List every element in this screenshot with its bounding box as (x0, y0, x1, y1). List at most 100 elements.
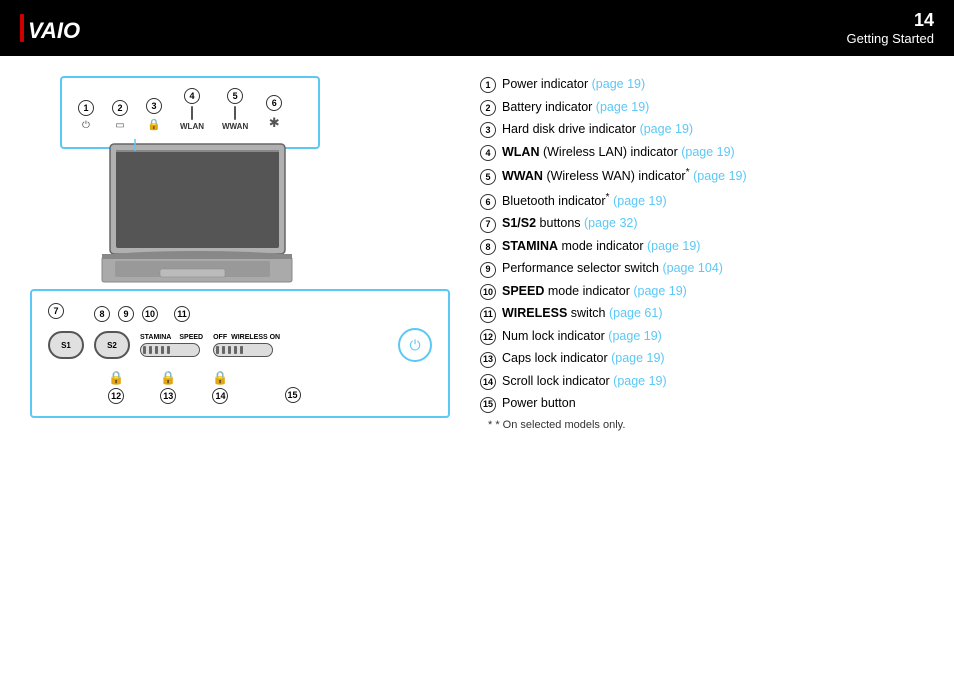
lock-icons-row: 🔒 12 🔒 13 🔒 14 . 15 (48, 362, 432, 404)
num-15-group: . 15 (285, 370, 301, 403)
indicator-3: 3 🔒 (146, 98, 162, 131)
list-item-12: 12 Num lock indicator (page 19) (480, 328, 924, 346)
footnote-star: * (488, 419, 492, 431)
num-2: 2 (112, 100, 128, 116)
list-item-15: 15 Power button (480, 395, 924, 413)
num-4: 4 (184, 88, 200, 104)
num-9-group: 9 (118, 306, 134, 322)
link-8[interactable]: (page 19) (647, 239, 701, 253)
list-item-3: 3 Hard disk drive indicator (page 19) (480, 121, 924, 139)
link-12[interactable]: (page 19) (608, 329, 662, 343)
num-11-group: 11 (174, 306, 190, 322)
list-item-10: 10 SPEED mode indicator (page 19) (480, 283, 924, 301)
s2-button: S2 (94, 331, 130, 359)
badge-3: 3 (480, 122, 496, 138)
num-13: 13 (160, 388, 176, 404)
num-14-group: 🔒 14 (212, 370, 228, 404)
num-3: 3 (146, 98, 162, 114)
list-item-8: 8 STAMINA mode indicator (page 19) (480, 238, 924, 256)
badge-1: 1 (480, 77, 496, 93)
badge-6: 6 (480, 194, 496, 210)
num-8: 8 (94, 306, 110, 322)
list-item-9: 9 Performance selector switch (page 104) (480, 260, 924, 278)
bottom-diagram-wrapper: 7 8 9 10 11 (30, 289, 450, 418)
num-12-group: 🔒 12 (108, 370, 124, 404)
list-item-13: 13 Caps lock indicator (page 19) (480, 350, 924, 368)
footnote: * * On selected models only. (480, 419, 924, 431)
link-10[interactable]: (page 19) (633, 284, 687, 298)
controls-row: S1 S2 STAMINA SPEED (48, 328, 432, 362)
list-item-4: 4 WLAN (Wireless LAN) indicator (page 19… (480, 144, 924, 162)
num-14: 14 (212, 388, 228, 404)
list-item-1: 1 Power indicator (page 19) (480, 76, 924, 94)
laptop-svg (80, 139, 320, 294)
power-button-icon: ⏻ (398, 328, 432, 362)
page-info: 14 Getting Started (847, 11, 934, 46)
badge-13: 13 (480, 352, 496, 368)
badge-14: 14 (480, 374, 496, 390)
badge-8: 8 (480, 239, 496, 255)
badge-4: 4 (480, 145, 496, 161)
num-7-group: 7 (48, 303, 64, 322)
link-14[interactable]: (page 19) (613, 374, 667, 388)
num-1: 1 (78, 100, 94, 116)
stamina-speed-switch: STAMINA SPEED (140, 334, 203, 357)
badge-12: 12 (480, 329, 496, 345)
list-item-2: 2 Battery indicator (page 19) (480, 99, 924, 117)
link-9[interactable]: (page 104) (662, 261, 722, 275)
wireless-switch: OFF WIRELESS ON (213, 334, 280, 357)
num-15: 15 (285, 387, 301, 403)
bottom-indicator-box: 7 8 9 10 11 (30, 289, 450, 418)
s1-button: S1 (48, 331, 84, 359)
list-item-5: 5 WWAN (Wireless WAN) indicator* (page 1… (480, 166, 924, 186)
list-item-14: 14 Scroll lock indicator (page 19) (480, 373, 924, 391)
badge-10: 10 (480, 284, 496, 300)
indicator-5: 5 WWAN (222, 88, 248, 131)
wireless-slider (213, 343, 273, 357)
vaio-logo-svg: VAIO (20, 10, 110, 46)
num-10-group: 10 (142, 306, 158, 322)
footnote-text: * On selected models only. (495, 419, 625, 431)
lock-icon-13: 🔒 (160, 370, 176, 386)
list-item-6: 6 Bluetooth indicator* (page 19) (480, 191, 924, 211)
badge-7: 7 (480, 217, 496, 233)
link-11[interactable]: (page 61) (609, 306, 663, 320)
laptop-diagram (80, 139, 340, 299)
badge-15: 15 (480, 397, 496, 413)
link-7[interactable]: (page 32) (584, 216, 638, 230)
indicator-row: 1 ⏻ 2 ▭ 3 🔒 4 WLAN (78, 88, 302, 137)
main-content: 1 ⏻ 2 ▭ 3 🔒 4 WLAN (0, 56, 954, 674)
num-11: 11 (174, 306, 190, 322)
link-5[interactable]: (page 19) (693, 169, 747, 183)
indicator-2: 2 ▭ (112, 100, 128, 131)
num-12: 12 (108, 388, 124, 404)
num-6: 6 (266, 95, 282, 111)
top-diagram-wrapper: 1 ⏻ 2 ▭ 3 🔒 4 WLAN (40, 76, 450, 299)
page-number: 14 (847, 11, 934, 29)
section-title: Getting Started (847, 31, 934, 46)
num-8-group: 8 (94, 306, 110, 322)
link-2[interactable]: (page 19) (596, 100, 650, 114)
num-13-group: 🔒 13 (160, 370, 176, 404)
num-9: 9 (118, 306, 134, 322)
num-7: 7 (48, 303, 64, 319)
indicator-6: 6 ✱ (266, 95, 282, 131)
badge-11: 11 (480, 307, 496, 323)
vaio-logo: VAIO (20, 10, 110, 46)
diagram-area: 1 ⏻ 2 ▭ 3 🔒 4 WLAN (30, 76, 450, 654)
svg-text:VAIO: VAIO (28, 18, 80, 43)
lock-icon-14: 🔒 (212, 370, 228, 386)
link-13[interactable]: (page 19) (611, 351, 665, 365)
link-4[interactable]: (page 19) (681, 145, 735, 159)
list-item-7: 7 S1/S2 buttons (page 32) (480, 215, 924, 233)
page-header: VAIO 14 Getting Started (0, 0, 954, 56)
link-1[interactable]: (page 19) (592, 77, 646, 91)
item-list: 1 Power indicator (page 19) 2 Battery in… (470, 76, 924, 654)
link-6[interactable]: (page 19) (613, 194, 667, 208)
badge-2: 2 (480, 100, 496, 116)
badge-9: 9 (480, 262, 496, 278)
lock-icon-12: 🔒 (108, 370, 124, 386)
link-3[interactable]: (page 19) (640, 122, 694, 136)
stamina-speed-slider (140, 343, 200, 357)
indicator-4: 4 WLAN (180, 88, 204, 131)
